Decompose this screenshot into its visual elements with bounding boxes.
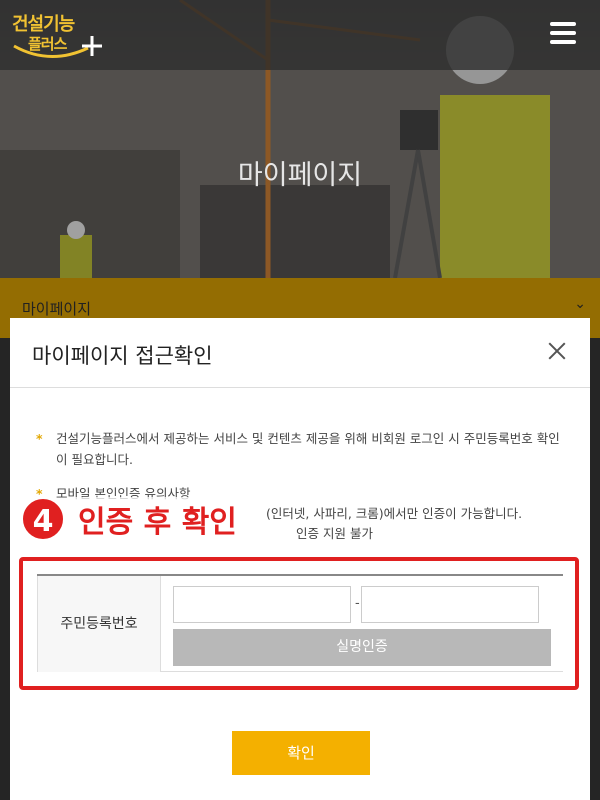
real-name-verify-button[interactable]: 실명인증	[173, 629, 551, 666]
hero-title: 마이페이지	[237, 160, 363, 191]
access-confirm-modal: 마이페이지 접근확인 * 건설기능플러스에서 제공하는 서비스 및 컨텐츠 제공…	[10, 318, 590, 800]
hamburger-menu-icon[interactable]	[550, 22, 576, 44]
ssn-form-table: 주민등록번호 - 실명인증	[37, 574, 563, 672]
ssn-front-input[interactable]	[173, 586, 351, 623]
notice-ssn-required: * 건설기능플러스에서 제공하는 서비스 및 컨텐츠 제공을 위해 비회원 로그…	[36, 428, 566, 470]
site-header: 건설기능 플러스	[0, 0, 600, 70]
notice-text: 건설기능플러스에서 제공하는 서비스 및 컨텐츠 제공을 위해 비회원 로그인 …	[56, 431, 560, 467]
site-logo[interactable]: 건설기능 플러스	[10, 8, 110, 60]
logo-text-sub: 플러스	[28, 35, 67, 53]
step-annotation-text: 인증 후 확인	[74, 497, 241, 541]
ssn-field-label: 주민등록번호	[37, 576, 161, 672]
step-number-badge: 4	[20, 496, 66, 542]
ssn-back-input[interactable]	[361, 586, 539, 623]
close-icon[interactable]	[546, 340, 568, 362]
modal-header: 마이페이지 접근확인	[10, 318, 590, 388]
modal-title: 마이페이지 접근확인	[32, 344, 213, 368]
ssn-dash: -	[355, 596, 360, 611]
asterisk-icon: *	[36, 431, 43, 446]
step-annotation: 4 인증 후 확인	[20, 496, 241, 542]
confirm-button[interactable]: 확인	[232, 731, 370, 775]
